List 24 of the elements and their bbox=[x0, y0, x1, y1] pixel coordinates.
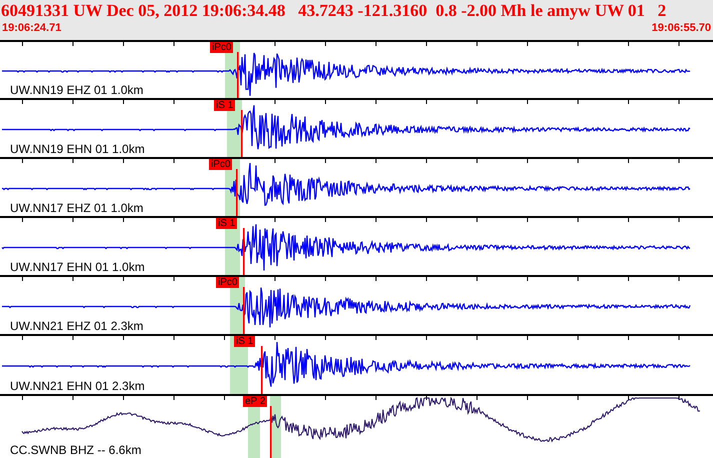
station-label: UW.NN17 EHZ 01 1.0km bbox=[10, 202, 144, 215]
station-label: UW.NN17 EHN 01 1.0km bbox=[10, 261, 145, 274]
event-title: 60491331 UW Dec 05, 2012 19:06:34.48 43.7243 -121.3160 0.8 -2.00 Mh le amyw UW 01 2 bbox=[0, 0, 668, 22]
end-time: 19:06:55.70 bbox=[652, 22, 711, 34]
pick-line bbox=[241, 110, 242, 157]
phase-pick-label[interactable]: iS 1 bbox=[214, 100, 236, 111]
pick-line bbox=[243, 228, 244, 275]
pick-line bbox=[261, 346, 262, 394]
start-time: 19:06:24.71 bbox=[2, 22, 62, 34]
pick-line bbox=[237, 52, 238, 98]
pick-line bbox=[270, 406, 272, 458]
pick-line bbox=[243, 287, 244, 334]
station-label: UW.NN21 EHN 01 2.3km bbox=[10, 380, 145, 393]
phase-pick-label[interactable]: eP 2 bbox=[243, 396, 268, 407]
station-label: UW.NN19 EHZ 01 1.0km bbox=[10, 84, 144, 97]
pick-line bbox=[236, 169, 238, 216]
phase-pick-label[interactable]: iPc0 bbox=[216, 277, 240, 288]
phase-pick-label[interactable]: iS 1 bbox=[234, 336, 256, 347]
phase-pick-label[interactable]: iPc0 bbox=[209, 159, 232, 170]
phase-pick-label[interactable]: iS 1 bbox=[216, 218, 238, 229]
station-label: UW.NN19 EHN 01 1.0km bbox=[10, 143, 145, 156]
station-label: UW.NN21 EHZ 01 2.3km bbox=[10, 320, 144, 333]
phase-pick-label[interactable]: iPc0 bbox=[210, 42, 234, 53]
station-label: CC.SWNB BHZ -- 6.6km bbox=[10, 444, 142, 457]
